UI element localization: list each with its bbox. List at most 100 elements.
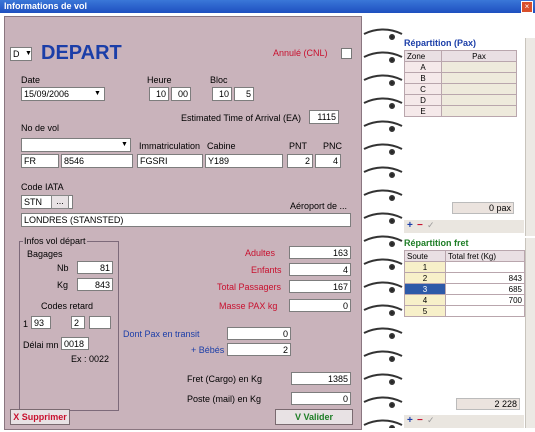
nb-label: Nb <box>57 263 69 273</box>
valider-button[interactable]: V Valider <box>275 409 353 425</box>
enfants-field[interactable] <box>289 263 351 276</box>
fret-header-soute: Soute <box>404 250 446 262</box>
pax-value-e[interactable] <box>441 105 517 117</box>
supprimer-button[interactable]: X Supprimer <box>10 409 70 425</box>
adultes-field[interactable] <box>289 246 351 259</box>
fret-label: Fret (Cargo) en Kg <box>187 374 263 384</box>
pax-zone-c[interactable]: C <box>404 83 442 95</box>
fret-scrollbar[interactable] <box>525 238 535 428</box>
pax-scrollbar[interactable] <box>525 38 535 236</box>
spiral-hole <box>389 195 395 201</box>
nb-field[interactable] <box>77 261 113 274</box>
spiral-hole <box>389 241 395 247</box>
spiral-hole <box>389 34 395 40</box>
fret-soute-5[interactable]: 5 <box>404 305 446 317</box>
fret-toolbar: + − ✓ <box>404 415 524 428</box>
kg-field[interactable] <box>77 278 113 291</box>
spiral-hole <box>389 264 395 270</box>
iata-browse-button[interactable]: ... <box>51 195 69 209</box>
flight-number-field[interactable] <box>61 154 133 168</box>
fret-add-icon[interactable]: + <box>407 415 413 426</box>
pax-value-b[interactable] <box>441 72 517 84</box>
fret-header-total: Total fret (Kg) <box>445 250 525 262</box>
airport-name-field[interactable] <box>21 213 351 227</box>
adultes-label: Adultes <box>245 248 276 258</box>
bloc-label: Bloc <box>210 75 228 85</box>
spiral-ring <box>363 304 403 311</box>
code-retard-field-1[interactable] <box>31 316 51 329</box>
calendar-dropdown-icon: ▼ <box>94 90 101 97</box>
pnc-field[interactable] <box>315 154 341 168</box>
masse-pax-label: Masse PAX kg <box>219 301 278 311</box>
spiral-hole <box>389 287 395 293</box>
transit-field[interactable] <box>227 327 291 340</box>
aeroport-label: Aéroport de ... <box>290 201 348 211</box>
bloc-hours-field[interactable] <box>212 87 232 101</box>
code-retard-field-2[interactable] <box>71 316 85 329</box>
cabine-field[interactable] <box>205 154 283 168</box>
fret-check-icon[interactable]: ✓ <box>427 415 435 426</box>
pax-zone-b[interactable]: B <box>404 72 442 84</box>
annule-label: Annulé (CNL) <box>273 48 328 58</box>
pax-zone-e[interactable]: E <box>404 105 442 117</box>
pax-zone-d[interactable]: D <box>404 94 442 106</box>
spiral-hole <box>389 402 395 408</box>
pnt-field[interactable] <box>287 154 313 168</box>
fret-soute-1[interactable]: 1 <box>404 261 446 273</box>
spiral-ring <box>363 189 403 196</box>
heure-hours-field[interactable] <box>149 87 169 101</box>
airline-code-field[interactable] <box>21 154 59 168</box>
code-retard-field-3[interactable] <box>89 316 111 329</box>
masse-pax-field[interactable] <box>289 299 351 312</box>
pax-value-c[interactable] <box>441 83 517 95</box>
total-passagers-label: Total Passagers <box>217 282 282 292</box>
total-passagers-field[interactable] <box>289 280 351 293</box>
pax-value-d[interactable] <box>441 94 517 106</box>
annule-checkbox[interactable] <box>341 48 352 59</box>
spiral-ring <box>363 74 403 81</box>
bagages-label: Bagages <box>27 249 63 259</box>
spiral-ring <box>363 97 403 104</box>
fret-total-3[interactable]: 685 <box>445 283 525 295</box>
pax-check-icon[interactable]: ✓ <box>427 220 435 231</box>
pax-zone-a[interactable]: A <box>404 61 442 73</box>
bebes-label: + Bébés <box>191 345 225 355</box>
heure-minutes-field[interactable] <box>171 87 191 101</box>
fret-soute-3[interactable]: 3 <box>404 283 446 295</box>
poste-field[interactable] <box>291 392 351 405</box>
fret-total-2[interactable]: 843 <box>445 272 525 284</box>
spiral-ring <box>363 166 403 173</box>
fret-total-5[interactable] <box>445 305 525 317</box>
spiral-hole <box>389 425 395 431</box>
spiral-hole <box>389 356 395 362</box>
fret-field[interactable] <box>291 372 351 385</box>
bloc-minutes-field[interactable] <box>234 87 254 101</box>
fret-remove-icon[interactable]: − <box>417 415 423 426</box>
fret-soute-4[interactable]: 4 <box>404 294 446 306</box>
spiral-hole <box>389 218 395 224</box>
pax-value-a[interactable] <box>441 61 517 73</box>
pax-header-zone: Zone <box>404 50 442 62</box>
fret-total-1[interactable] <box>445 261 525 273</box>
flight-form-panel: ▼ DEPART Annulé (CNL) Date Heure Bloc ▼ … <box>4 16 362 430</box>
spiral-ring <box>363 212 403 219</box>
spiral-ring <box>363 258 403 265</box>
spiral-hole <box>389 149 395 155</box>
window-titlebar: Informations de vol × <box>0 0 535 13</box>
pax-add-icon[interactable]: + <box>407 220 413 231</box>
novol-select[interactable] <box>21 138 131 152</box>
immat-field[interactable] <box>137 154 203 168</box>
fret-total-4[interactable]: 700 <box>445 294 525 306</box>
spiral-hole <box>389 333 395 339</box>
delai-field[interactable] <box>61 337 89 350</box>
fret-soute-2[interactable]: 2 <box>404 272 446 284</box>
close-icon[interactable]: × <box>521 1 533 13</box>
spiral-ring <box>363 327 403 334</box>
immat-label: Immatriculation <box>139 141 201 151</box>
infos-group-label: Infos vol départ <box>23 236 87 246</box>
bebes-field[interactable] <box>227 343 291 356</box>
chevron-down-icon: ▼ <box>25 50 32 57</box>
eta-field[interactable] <box>309 110 339 124</box>
spiral-ring <box>363 143 403 150</box>
pax-remove-icon[interactable]: − <box>417 220 423 231</box>
